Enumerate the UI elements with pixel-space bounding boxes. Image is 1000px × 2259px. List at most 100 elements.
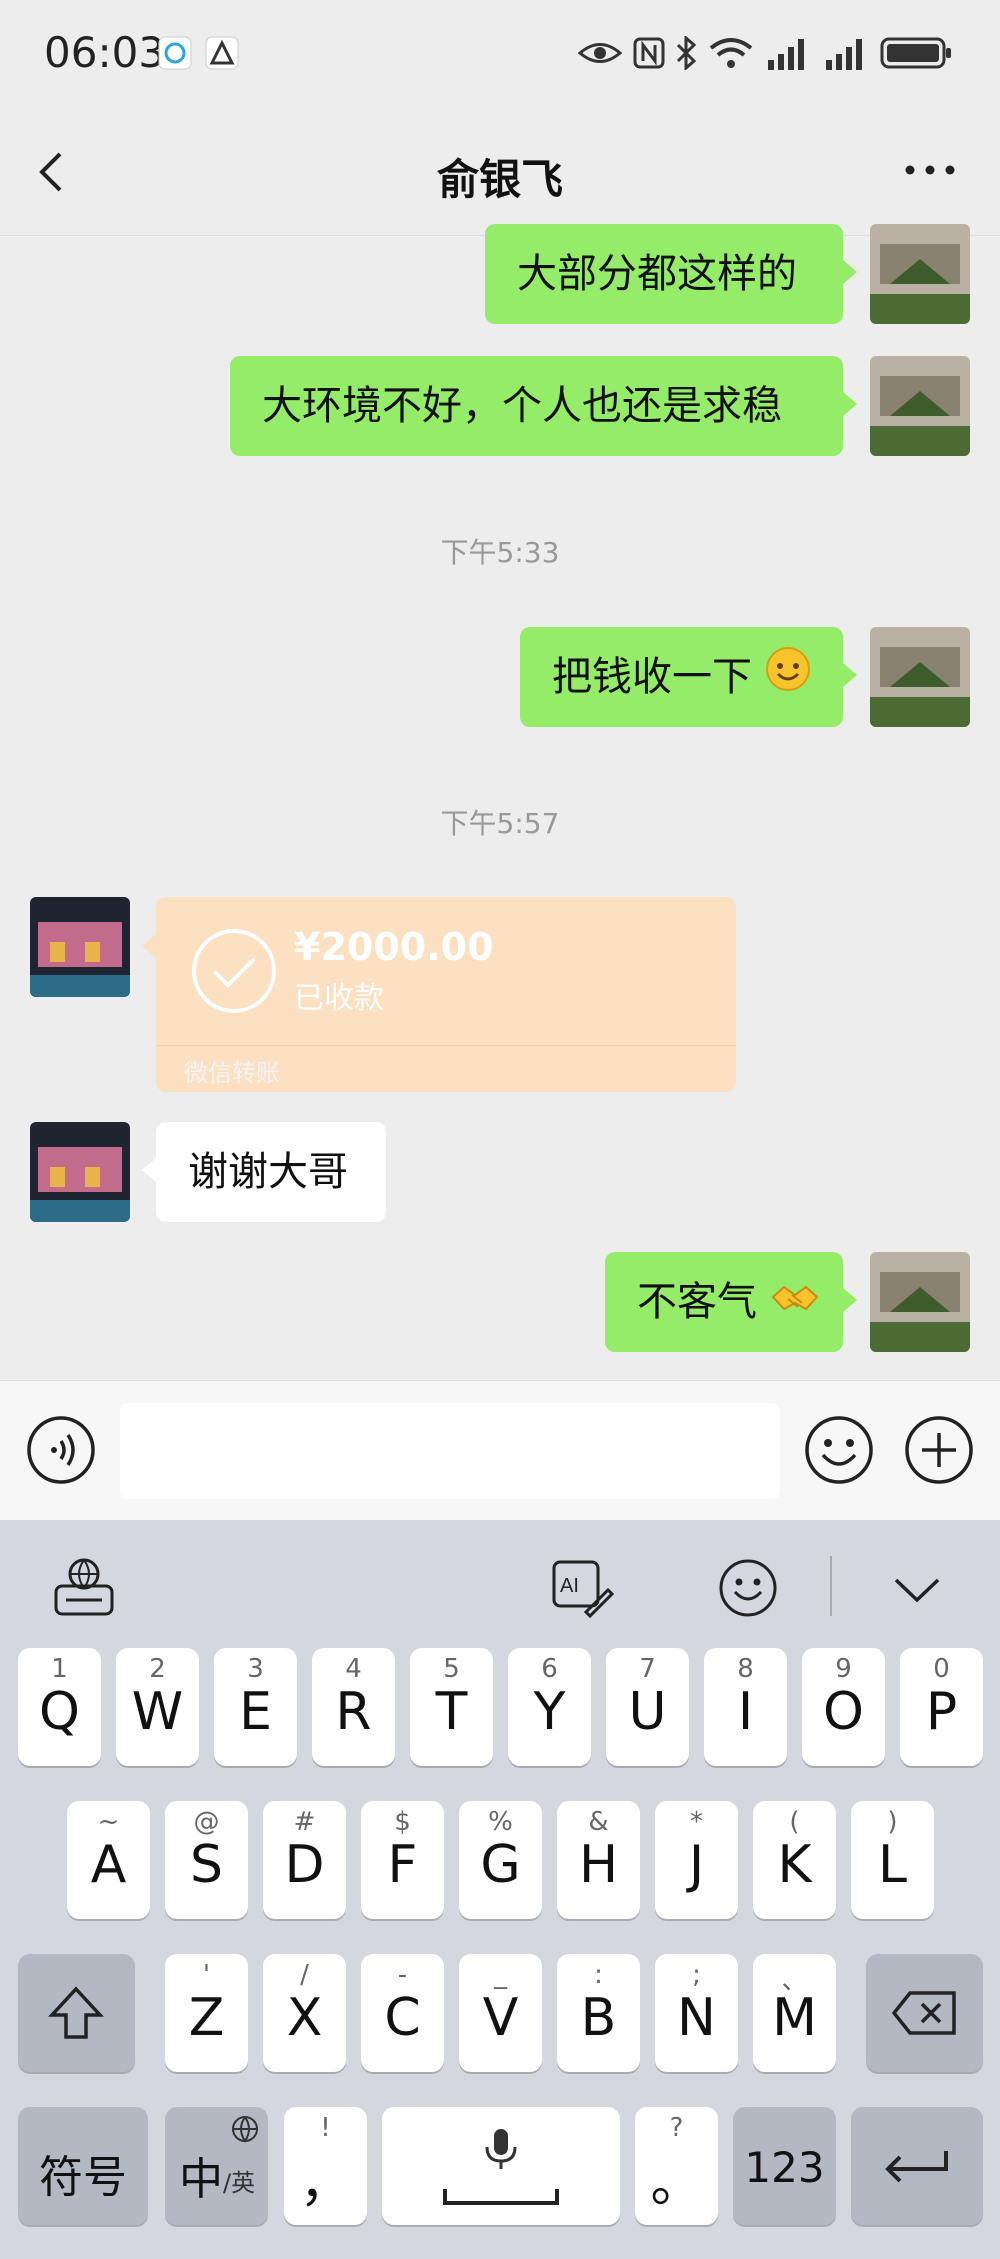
ai-write-icon[interactable]: AI: [550, 1556, 615, 1624]
key-u[interactable]: 7U: [606, 1648, 689, 1766]
check-circle-icon: [190, 927, 278, 1019]
key-b[interactable]: :B: [557, 1954, 640, 2072]
avatar-image: [870, 356, 970, 456]
avatar-image: [30, 1122, 130, 1222]
smile-emoji-icon: [765, 629, 811, 729]
key-c[interactable]: -C: [361, 1954, 444, 2072]
voice-input-icon[interactable]: [26, 1415, 96, 1489]
avatar[interactable]: [870, 356, 970, 456]
status-bar: 06:03: [0, 0, 1000, 110]
status-time: 06:03: [44, 28, 166, 77]
key-z[interactable]: ' Z: [165, 1954, 248, 2072]
key-l[interactable]: ) L: [851, 1801, 934, 1919]
avatar-image: [870, 1252, 970, 1352]
message-text: 不客气: [637, 1279, 757, 1325]
transfer-amount: ¥2000.00: [294, 925, 494, 969]
keyboard-collapse-icon[interactable]: [890, 1570, 944, 1614]
message-text: 把钱收一下: [552, 654, 752, 700]
nfc-icon: [632, 36, 666, 70]
avatar-image: [870, 627, 970, 727]
space-key[interactable]: [382, 2107, 620, 2225]
input-bar: [0, 1380, 1000, 1521]
key-x[interactable]: / X: [263, 1954, 346, 2072]
avatar[interactable]: [870, 224, 970, 324]
key-f[interactable]: $ F: [361, 1801, 444, 1919]
key-v[interactable]: _ V: [459, 1954, 542, 2072]
key-a[interactable]: ~ A: [67, 1801, 150, 1919]
space-bar-icon: [443, 2189, 559, 2205]
chat-title: 俞银飞: [436, 155, 563, 204]
transfer-card[interactable]: ¥2000.00 已收款 微信转账: [156, 897, 736, 1092]
key-t[interactable]: 5T: [410, 1648, 493, 1766]
microphone-icon: [485, 2129, 517, 2169]
language-sub-label: /英: [223, 2169, 256, 2197]
message-bubble[interactable]: 谢谢大哥: [156, 1122, 386, 1222]
key-d[interactable]: # D: [263, 1801, 346, 1919]
message-bubble[interactable]: 大部分都这样的: [485, 224, 843, 324]
app-notification-icon: [205, 36, 239, 70]
add-more-icon[interactable]: [904, 1415, 974, 1489]
transfer-source: 微信转账: [184, 1059, 280, 1087]
key-m[interactable]: 、 M: [753, 1954, 836, 2072]
period-key[interactable]: ?。: [635, 2107, 718, 2225]
avatar-image: [870, 224, 970, 324]
key-n[interactable]: ; N: [655, 1954, 738, 2072]
key-i[interactable]: 8I: [704, 1648, 787, 1766]
wifi-icon: [708, 36, 754, 70]
globe-icon: [232, 2116, 258, 2143]
more-options-icon[interactable]: [900, 150, 960, 190]
message-bubble[interactable]: 把钱收一下: [520, 627, 843, 727]
enter-icon: [885, 2151, 948, 2183]
key-j[interactable]: * J: [655, 1801, 738, 1919]
battery-icon: [880, 36, 952, 70]
message-bubble[interactable]: 大环境不好，个人也还是求稳: [230, 356, 843, 456]
svg-text:AI: AI: [560, 1575, 579, 1597]
key-s[interactable]: @ S: [165, 1801, 248, 1919]
message-notification-icon: [158, 36, 192, 70]
avatar-image: [30, 897, 130, 997]
message-bubble[interactable]: 不客气: [605, 1252, 843, 1352]
signal-icon-1: [766, 36, 810, 70]
timestamp: 下午5:57: [440, 807, 560, 840]
keyboard-language-icon[interactable]: [52, 1556, 116, 1624]
avatar[interactable]: [870, 627, 970, 727]
key-e[interactable]: 3E: [214, 1648, 297, 1766]
key-p[interactable]: 0P: [900, 1648, 983, 1766]
key-w[interactable]: 2W: [116, 1648, 199, 1766]
enter-key[interactable]: [851, 2107, 983, 2225]
comma-key[interactable]: !，: [284, 2107, 367, 2225]
backspace-key[interactable]: [866, 1954, 983, 2072]
chat-area: 大部分都这样的 大环境不好，个人也还是求稳 下午5:33 把钱收一下 下午5:5…: [0, 224, 1000, 1380]
emoji-icon[interactable]: [804, 1415, 874, 1489]
bluetooth-icon: [674, 34, 698, 72]
keyboard-emoji-icon[interactable]: [716, 1556, 780, 1624]
key-k[interactable]: (K: [753, 1801, 836, 1919]
key-r[interactable]: 4R: [312, 1648, 395, 1766]
eye-icon: [577, 36, 623, 70]
language-main-label: 中: [179, 2154, 223, 2205]
message-sent: 大环境不好，个人也还是求稳: [0, 356, 1000, 456]
timestamp: 下午5:33: [440, 536, 560, 569]
numbers-key[interactable]: 123: [733, 2107, 836, 2225]
symbols-key[interactable]: 符号: [18, 2107, 148, 2225]
transfer-status: 已收款: [294, 981, 384, 1016]
key-o[interactable]: 9O: [802, 1648, 885, 1766]
handshake-emoji-icon: [770, 1254, 820, 1354]
keyboard: AI 1Q 2W 3E 4R 5T 6Y 7U 8I 9O 0P ~ A @ S #…: [0, 1520, 1000, 2259]
message-input[interactable]: [120, 1403, 780, 1499]
key-y[interactable]: 6Y: [508, 1648, 591, 1766]
key-h[interactable]: & H: [557, 1801, 640, 1919]
message-sent: 大部分都这样的: [0, 224, 1000, 324]
contact-avatar[interactable]: [30, 897, 130, 997]
key-q[interactable]: 1Q: [18, 1648, 101, 1766]
contact-avatar[interactable]: [30, 1122, 130, 1222]
shift-key[interactable]: [18, 1954, 135, 2072]
language-switch-key[interactable]: 中 /英: [165, 2107, 268, 2225]
shift-icon: [48, 1986, 104, 2039]
backspace-icon: [892, 1991, 956, 2035]
chat-header: 俞银飞: [0, 110, 1000, 236]
message-sent: 把钱收一下: [0, 627, 1000, 727]
signal-icon-2: [824, 36, 868, 70]
avatar[interactable]: [870, 1252, 970, 1352]
key-g[interactable]: % G: [459, 1801, 542, 1919]
